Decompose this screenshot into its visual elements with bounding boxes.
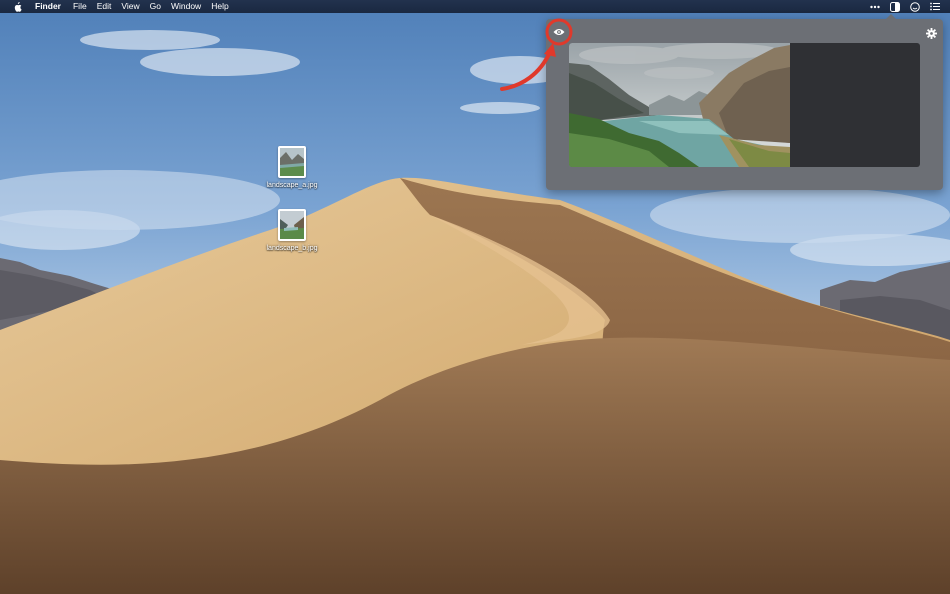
menu-file[interactable]: File <box>68 0 92 13</box>
file-name-label: landscape_a.jpg <box>266 182 318 189</box>
menu-edit[interactable]: Edit <box>92 0 117 13</box>
menu-app-finder[interactable]: Finder <box>30 0 66 13</box>
split-view-icon[interactable] <box>890 1 900 12</box>
gear-icon <box>925 27 937 39</box>
menu-view[interactable]: View <box>116 0 144 13</box>
menu-go[interactable]: Go <box>145 0 166 13</box>
image-file-icon <box>278 209 306 241</box>
preview-panel <box>569 43 920 167</box>
image-file-icon <box>278 146 306 178</box>
menu-window[interactable]: Window <box>166 0 206 13</box>
smiley-icon[interactable] <box>910 1 920 12</box>
file-name-label: landscape_b.jpg <box>266 245 318 252</box>
settings-button[interactable] <box>925 27 937 39</box>
menu-bar: Finder File Edit View Go Window Help <box>0 0 950 13</box>
desktop-file[interactable]: landscape_a.jpg <box>257 146 327 189</box>
quick-preview-popover <box>546 14 943 190</box>
desktop-file[interactable]: landscape_b.jpg <box>257 209 327 252</box>
status-menu-icons <box>870 0 940 13</box>
list-icon[interactable] <box>930 2 940 12</box>
preview-image <box>569 43 790 167</box>
eye-icon <box>553 29 565 35</box>
menu-help[interactable]: Help <box>206 0 233 13</box>
apple-logo-icon[interactable] <box>12 1 22 12</box>
popover-caret <box>885 14 897 20</box>
more-dots-icon[interactable] <box>870 2 880 12</box>
eye-toggle-button[interactable] <box>551 24 567 40</box>
